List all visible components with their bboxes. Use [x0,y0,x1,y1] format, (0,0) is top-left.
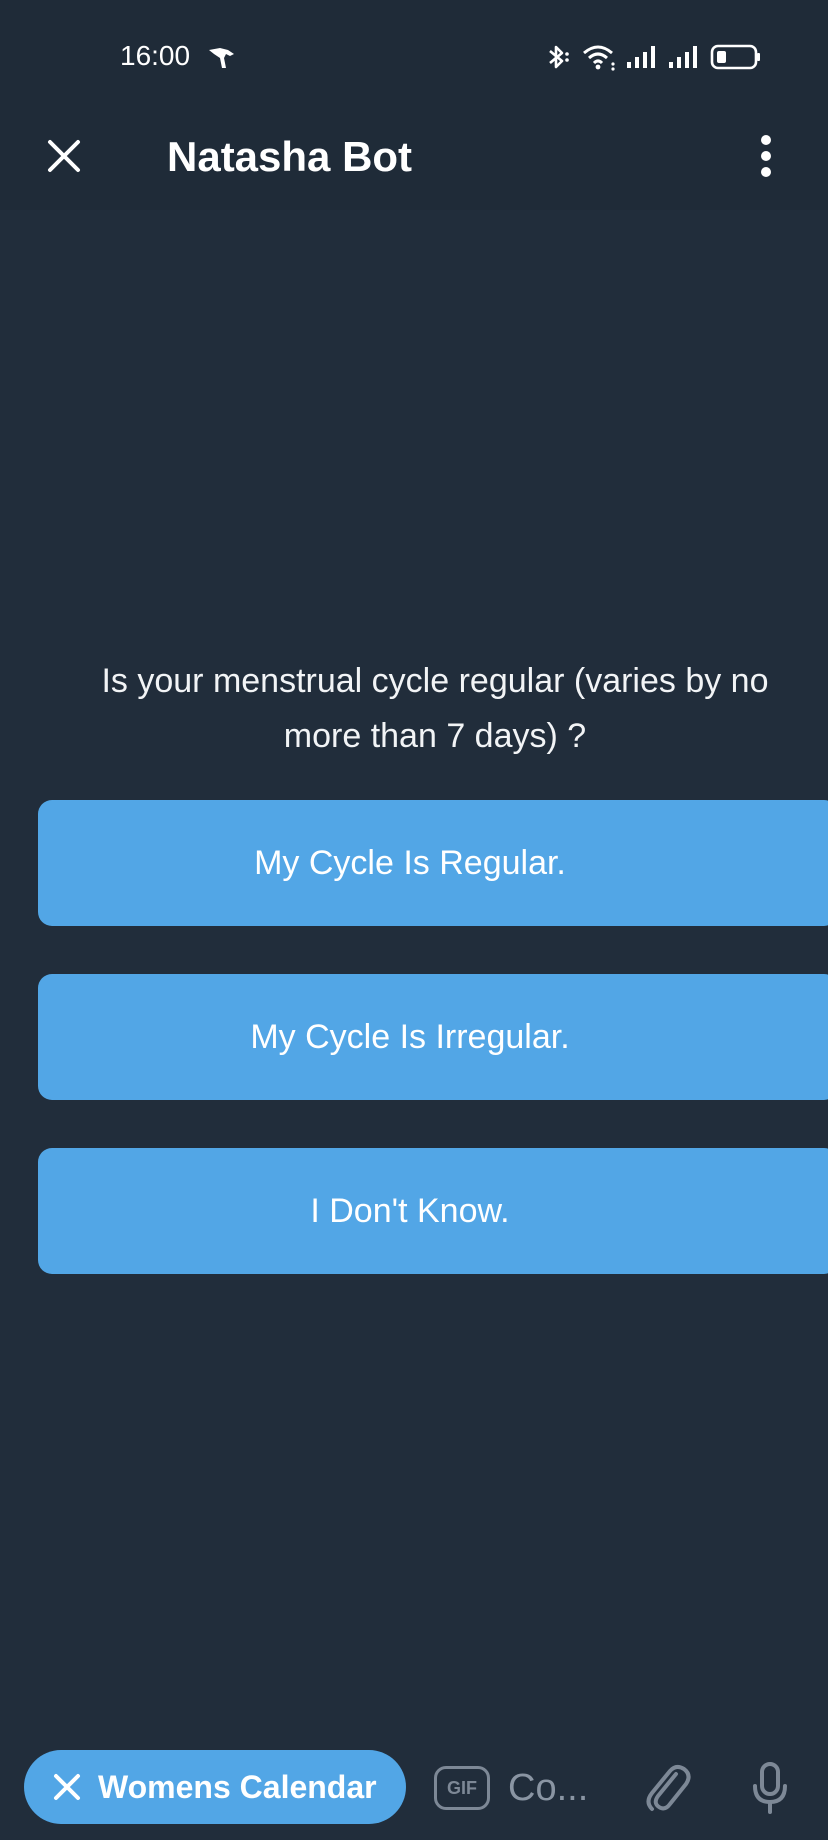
signal-icon [626,44,658,70]
reply-button-irregular[interactable]: My Cycle Is Irregular. [38,974,828,1100]
status-icons [542,40,762,74]
gif-button[interactable]: GIF [434,1766,490,1810]
message-composer: Womens Calendar GIF Co... [0,1720,828,1840]
reply-button-regular[interactable]: My Cycle Is Regular. [38,800,828,926]
close-button[interactable] [36,128,92,184]
wifi-icon [582,42,616,72]
mic-button[interactable] [742,1756,798,1820]
signal-icon [668,44,700,70]
chat-title: Natasha Bot [167,133,413,180]
bluetooth-icon [542,42,572,72]
bot-message: Is your menstrual cycle regular (varies … [101,662,769,755]
more-options-button[interactable] [740,126,792,186]
status-time: 16:00 [120,40,191,71]
bot-chip[interactable]: Womens Calendar [24,1750,406,1824]
reply-label: My Cycle Is Regular. [254,843,566,882]
attach-button[interactable] [636,1756,698,1818]
more-vertical-icon [761,135,771,177]
microphone-icon [753,1762,787,1814]
status-bar: 16:00 [0,0,828,110]
battery-icon [710,43,762,71]
app-header: Natasha Bot [0,110,828,210]
chip-close-icon[interactable] [52,1772,82,1802]
message-input[interactable]: Co... [508,1760,628,1816]
close-icon [48,140,80,172]
reply-label: I Don't Know. [310,1191,510,1230]
activity-icon [206,44,238,72]
chat-area: Is your menstrual cycle regular (varies … [0,210,828,1720]
reply-button-dont-know[interactable]: I Don't Know. [38,1148,828,1274]
chip-label: Womens Calendar [98,1768,377,1805]
paperclip-icon [646,1764,691,1811]
reply-label: My Cycle Is Irregular. [250,1017,570,1056]
